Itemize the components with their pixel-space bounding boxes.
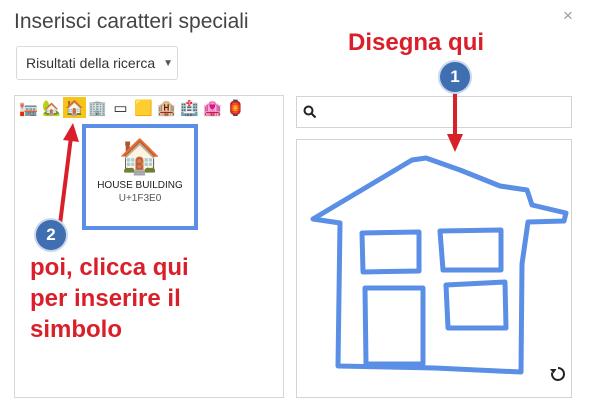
step-2-badge: 2 <box>36 220 66 250</box>
click-here-annotation: poi, clicca qui per inserire il simbolo <box>30 252 270 345</box>
click-here-line3: simbolo <box>30 316 123 343</box>
sketch-overlay <box>58 93 569 375</box>
click-here-line1: poi, clicca qui <box>30 254 189 281</box>
click-here-line2: per inserire il <box>30 285 181 312</box>
step-1-badge: 1 <box>440 62 470 92</box>
arrow-to-drawing <box>447 93 463 152</box>
house-sketch <box>310 155 569 375</box>
arrow-to-symbol <box>58 123 79 225</box>
draw-here-annotation: Disegna qui <box>348 29 485 56</box>
